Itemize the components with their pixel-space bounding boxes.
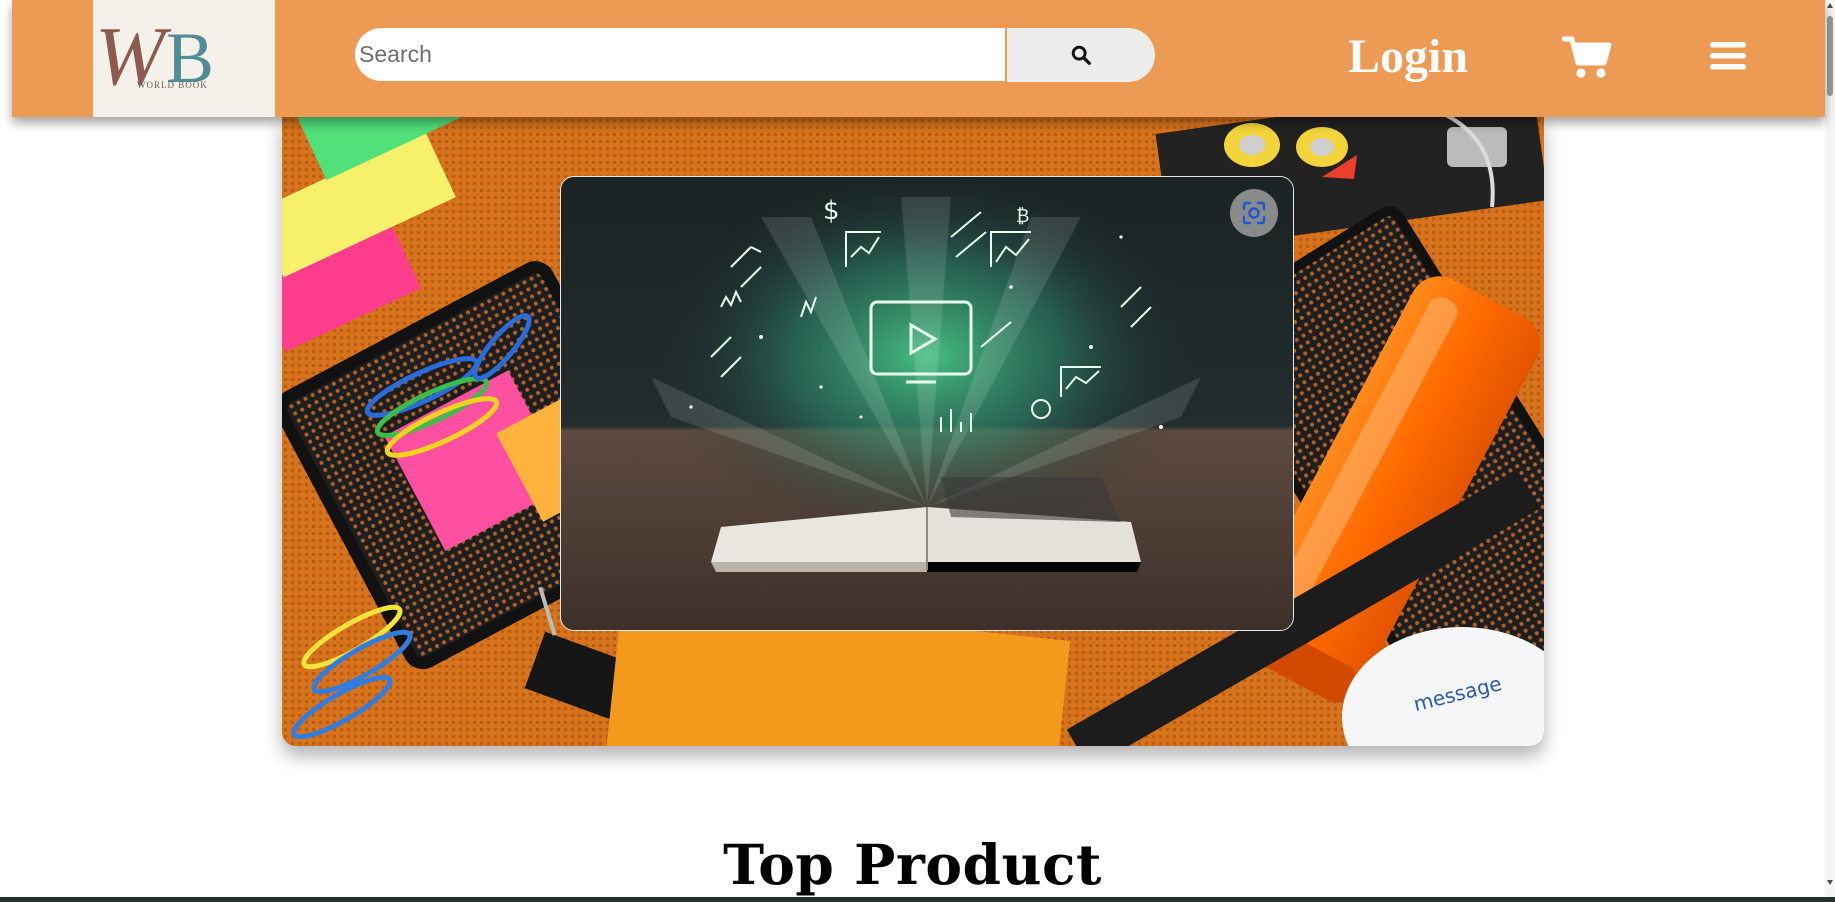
scroll-down-arrow-icon[interactable]	[1826, 878, 1834, 886]
hamburger-menu-button[interactable]	[1709, 40, 1747, 72]
login-link[interactable]: Login	[1348, 22, 1468, 92]
scroll-up-arrow-icon[interactable]	[1826, 2, 1834, 10]
top-navigation-bar: W B WORLD BOOK Login	[12, 0, 1825, 117]
lens-search-button[interactable]	[1230, 189, 1278, 237]
lens-search-icon	[1242, 201, 1266, 225]
search-button[interactable]	[1007, 28, 1155, 82]
cart-button[interactable]	[1561, 34, 1612, 80]
logo-tagline: WORLD BOOK	[137, 80, 208, 90]
search-input[interactable]	[355, 28, 1005, 81]
open-book-video-image: $ ₿	[561, 177, 1293, 630]
world-book-logo[interactable]: W B WORLD BOOK	[93, 0, 275, 117]
search-icon	[1071, 45, 1091, 65]
vertical-scrollbar[interactable]	[1825, 0, 1835, 897]
svg-text:₿: ₿	[1016, 206, 1029, 227]
logo-graphic: W B WORLD BOOK	[95, 10, 214, 103]
page: W B WORLD BOOK Login	[0, 0, 1835, 902]
svg-text:$: $	[823, 196, 840, 226]
scrollbar-thumb[interactable]	[1827, 16, 1833, 96]
bottom-strip	[0, 897, 1835, 902]
shopping-cart-icon	[1561, 36, 1612, 78]
hamburger-menu-icon	[1710, 42, 1746, 70]
section-title-top-product: Top Product	[723, 831, 1102, 897]
video-thumbnail[interactable]: $ ₿	[560, 176, 1294, 631]
